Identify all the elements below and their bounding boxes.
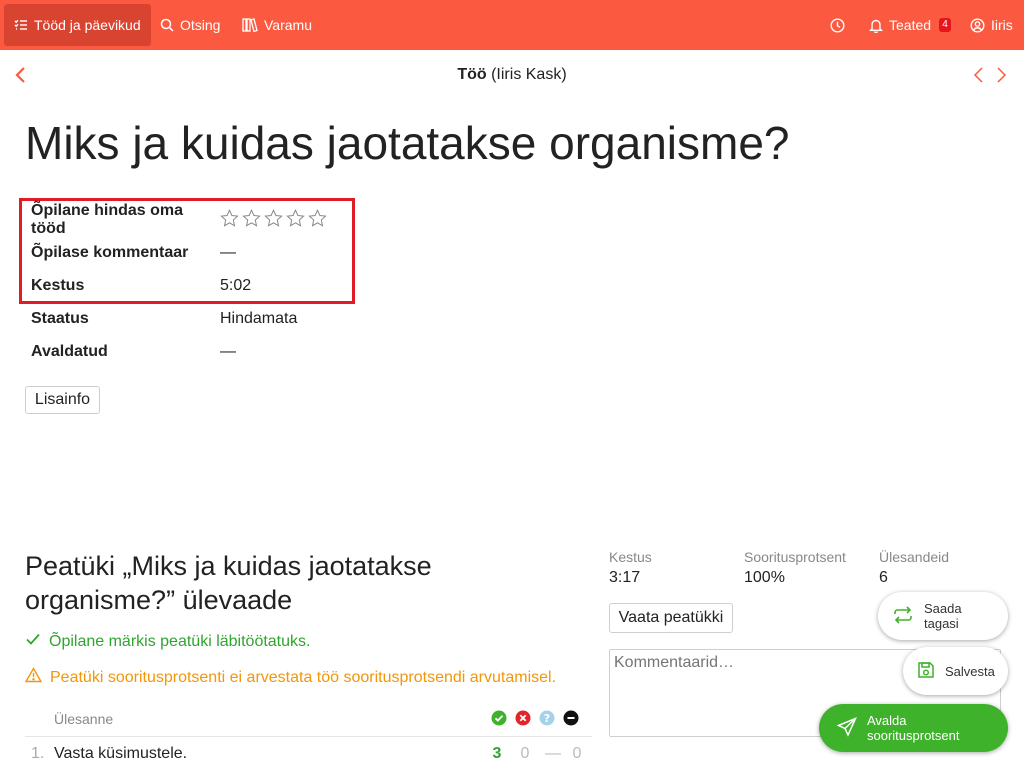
status-value: Hindamata <box>220 310 298 327</box>
stat-tasks-value: 6 <box>879 569 888 586</box>
status-label: Staatus <box>31 310 89 327</box>
star-icon <box>308 208 327 232</box>
notifications-count-badge: 4 <box>939 18 952 32</box>
checklist-icon <box>14 18 28 32</box>
comment-label: Õpilase kommentaar <box>31 244 189 261</box>
nav-notifications[interactable]: Teated 4 <box>859 4 961 46</box>
nav-user-label: Iiris <box>991 17 1013 33</box>
stat-tasks-label: Ülesandeid <box>879 549 950 565</box>
duration-label: Kestus <box>31 277 85 294</box>
chapter-warning-message: Peatüki sooritusprotsenti ei arvestata t… <box>24 667 557 688</box>
chapter-completed-text: Õpilane märkis peatüki läbitöötatuks. <box>49 632 311 650</box>
previous-work-button[interactable] <box>972 66 986 89</box>
nav-works-label: Tööd ja päevikud <box>34 17 141 33</box>
stat-percent-label: Sooritusprotsent <box>744 549 846 565</box>
floppy-disk-icon <box>917 661 935 682</box>
subtitle-student-name: (Iiris Kask) <box>486 66 567 83</box>
nav-search-label: Otsing <box>180 17 221 33</box>
page-title: Miks ja kuidas jaotatakse organisme? <box>25 117 790 169</box>
check-icon <box>25 632 41 651</box>
chevron-right-icon <box>994 67 1008 88</box>
star-icon <box>242 208 261 232</box>
paper-plane-icon <box>836 716 857 740</box>
stat-duration-value: 3:17 <box>609 569 641 586</box>
publish-percentage-button[interactable]: Avalda sooritusprotsent <box>819 704 1008 752</box>
unknown-count: — <box>545 745 561 762</box>
info-row-status: Staatus Hindamata <box>31 306 297 332</box>
unknown-icon: ? <box>539 710 555 731</box>
repeat-icon <box>892 605 914 627</box>
svg-text:?: ? <box>544 712 550 725</box>
subtitle-work-label: Töö <box>457 66 487 83</box>
nav-works-journals[interactable]: Tööd ja päevikud <box>4 4 151 46</box>
save-label: Salvesta <box>945 663 995 679</box>
save-button[interactable]: Salvesta <box>903 647 1008 695</box>
status-icon-headers: ? <box>491 710 579 731</box>
student-rating-stars <box>220 208 327 232</box>
correct-icon <box>491 710 507 731</box>
nav-search[interactable]: Otsing <box>150 4 230 46</box>
nav-library[interactable]: Varamu <box>232 4 322 46</box>
back-button[interactable] <box>14 66 28 89</box>
correct-count: 3 <box>492 745 502 762</box>
chapter-overview-title: Peatüki „Miks ja kuidas jaotatakse organ… <box>25 551 432 615</box>
table-row[interactable]: 1. Vasta küsimustele. 3 0 — 0 <box>25 738 592 768</box>
info-row-duration: Kestus 5:02 <box>31 273 251 299</box>
rating-label: Õpilane hindas oma tööd <box>31 202 184 237</box>
stat-percent-value: 100% <box>744 569 785 586</box>
star-icon <box>264 208 283 232</box>
nav-user-menu[interactable]: Iiris <box>960 4 1023 46</box>
duration-value: 5:02 <box>220 277 252 294</box>
work-subtitle: Töö (Iiris Kask) <box>0 66 1024 84</box>
clock-icon <box>830 17 845 33</box>
send-back-label: Saada tagasi <box>924 601 962 631</box>
skipped-icon <box>563 710 579 731</box>
comment-value: — <box>220 244 236 261</box>
more-info-button[interactable]: Lisainfo <box>25 386 100 414</box>
stat-tasks: Ülesandeid 6 <box>879 549 949 587</box>
search-icon <box>160 18 174 32</box>
stat-percent: Sooritusprotsent 100% <box>744 549 846 587</box>
chapter-completed-message: Õpilane märkis peatüki läbitöötatuks. <box>25 632 310 651</box>
task-number: 1. <box>31 745 45 762</box>
stat-duration: Kestus 3:17 <box>609 549 652 587</box>
chevron-left-icon <box>972 67 986 88</box>
info-row-rating: Õpilane hindas oma tööd <box>31 202 327 237</box>
publish-label: Avalda sooritusprotsent <box>867 713 960 743</box>
task-name: Vasta küsimustele. <box>54 745 188 762</box>
prev-next-navigation <box>972 66 1008 89</box>
view-chapter-button[interactable]: Vaata peatükki <box>609 603 733 633</box>
nav-notifications-label: Teated <box>889 17 932 33</box>
published-value: — <box>220 343 236 360</box>
task-column-header: Ülesanne <box>54 711 114 727</box>
nav-library-label: Varamu <box>264 17 312 33</box>
user-icon <box>970 17 985 33</box>
star-icon <box>286 208 305 232</box>
info-row-published: Avaldatud — <box>31 339 236 365</box>
warning-icon <box>24 667 43 688</box>
task-table-header: Ülesanne ? <box>25 705 592 737</box>
top-navigation: Tööd ja päevikud Otsing Varamu Teated 4 … <box>0 0 1024 50</box>
bell-icon <box>869 18 883 33</box>
history-button[interactable] <box>820 4 855 46</box>
books-icon <box>242 18 258 32</box>
published-label: Avaldatud <box>31 343 108 360</box>
chapter-warning-text: Peatüki sooritusprotsenti ei arvestata t… <box>50 668 557 686</box>
next-work-button[interactable] <box>994 66 1008 89</box>
skipped-count: 0 <box>572 745 582 762</box>
star-icon <box>220 208 239 232</box>
stat-duration-label: Kestus <box>609 549 652 565</box>
send-back-button[interactable]: Saada tagasi <box>878 592 1008 640</box>
wrong-icon <box>515 710 531 731</box>
info-row-comment: Õpilase kommentaar — <box>31 240 236 266</box>
chevron-left-icon <box>14 67 28 88</box>
wrong-count: 0 <box>520 745 530 762</box>
